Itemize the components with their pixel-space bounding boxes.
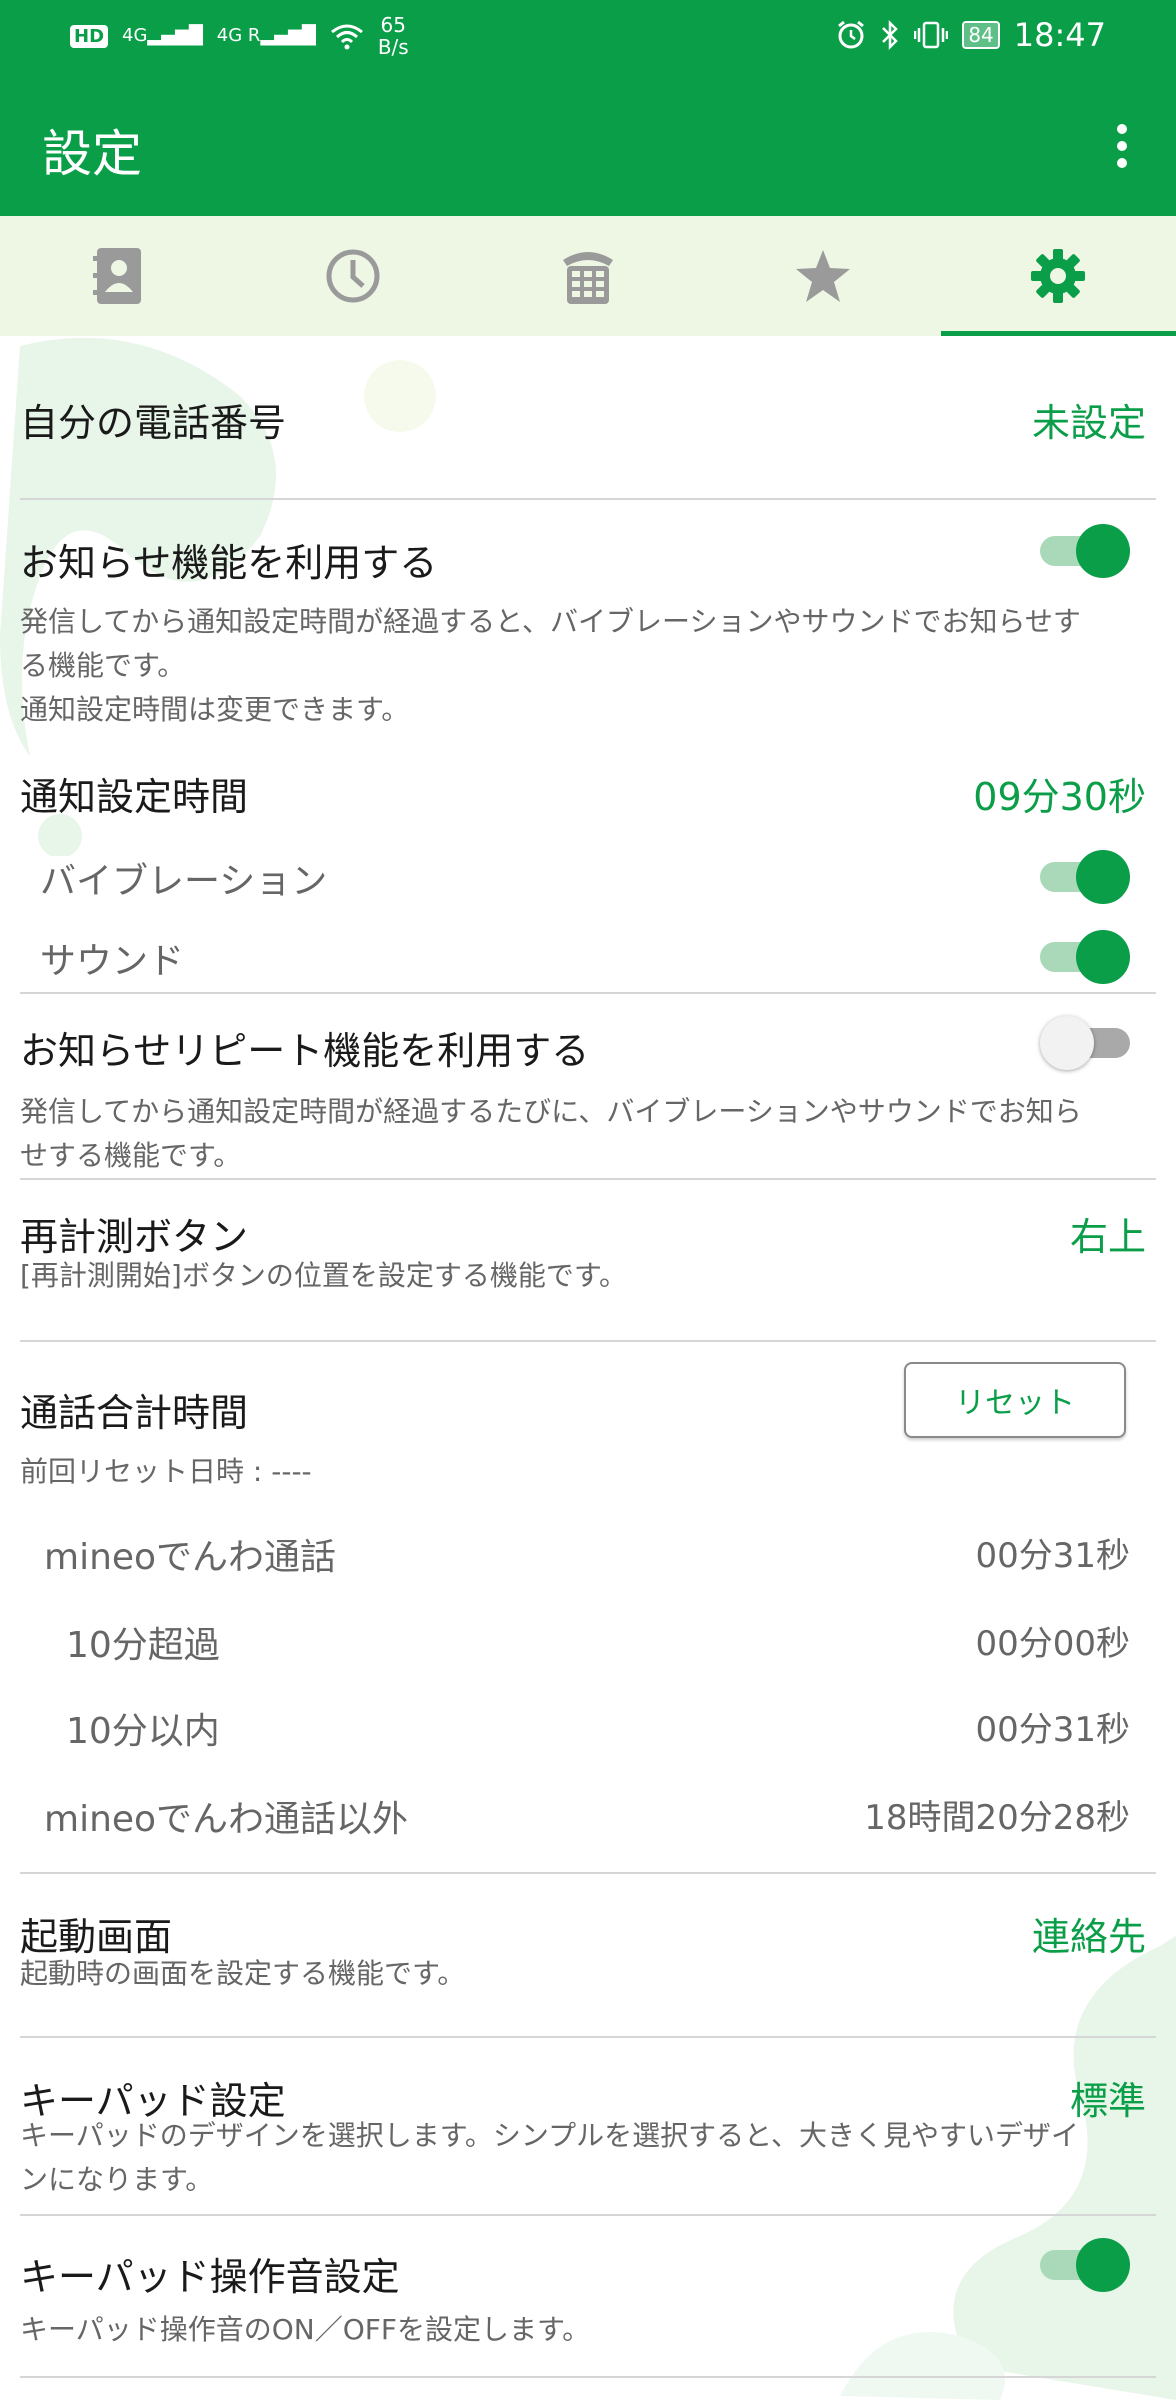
- page-title: 設定: [42, 125, 142, 183]
- setting-value: 標準: [1069, 2079, 1146, 2123]
- setting-label: 通話合計時間: [20, 1391, 249, 1435]
- contacts-icon: [92, 248, 141, 304]
- tab-favorites[interactable]: [706, 216, 941, 336]
- bluetooth-icon: [882, 20, 899, 50]
- signal-icon: 4G R▂▄▆█: [216, 25, 316, 46]
- setting-notify-time[interactable]: 通知設定時間 09分30秒: [20, 746, 1156, 826]
- setting-remeasure[interactable]: 再計測ボタン 右上 [再計測開始]ボタンの位置を設定する機能です。: [20, 1180, 1156, 1340]
- clock-icon: [326, 249, 380, 303]
- setting-total-time: 通話合計時間 リセット 前回リセット日時 : ---- mineoでんわ通話 0…: [20, 1342, 1156, 1702]
- total-within10-value: 00分31秒: [975, 1710, 1130, 1750]
- setting-vibration[interactable]: バイブレーション: [20, 836, 1156, 916]
- settings-list: 自分の電話番号 未設定 お知らせ機能を利用する 発信してから通知設定時間が経過す…: [0, 336, 1176, 2400]
- total-over10-value: 00分00秒: [975, 1624, 1130, 1664]
- dialpad-icon: [563, 252, 613, 304]
- setting-value: 09分30秒: [973, 775, 1146, 819]
- tab-dialpad[interactable]: [470, 216, 705, 336]
- app-bar: 設定: [0, 72, 1176, 216]
- setting-description: [再計測開始]ボタンの位置を設定する機能です。: [20, 1259, 628, 1292]
- setting-label: 通知設定時間: [20, 775, 249, 819]
- tab-contacts[interactable]: [0, 216, 235, 336]
- total-other-value: 18時間20分28秒: [864, 1798, 1130, 1838]
- total-mineo-call-label: mineoでんわ通話: [44, 1537, 337, 1578]
- setting-label: お知らせ機能を利用する: [20, 541, 438, 585]
- star-icon: [796, 250, 851, 302]
- setting-description: キーパッドのデザインを選択します。シンプルを選択すると、大きく見やすいデザイ ン…: [20, 2119, 1079, 2196]
- setting-label: お知らせリピート機能を利用する: [20, 1029, 590, 1073]
- setting-value: 右上: [1069, 1215, 1146, 1259]
- net-speed: 65 B/s: [377, 13, 409, 59]
- more-vert-icon[interactable]: [1102, 116, 1142, 176]
- tab-bar: [0, 216, 1176, 336]
- setting-label: キーパッド操作音設定: [20, 2255, 400, 2299]
- setting-label: 自分の電話番号: [20, 401, 287, 445]
- setting-total-time-cont: 10分以内 00分31秒 mineoでんわ通話以外 18時間20分28秒: [20, 1702, 1156, 1882]
- total-within10-label: 10分以内: [66, 1711, 220, 1752]
- last-reset-text: 前回リセット日時 : ----: [20, 1455, 312, 1488]
- setting-label: 再計測ボタン: [20, 1215, 249, 1259]
- setting-label: バイブレーション: [40, 861, 328, 902]
- setting-keypad[interactable]: キーパッド設定 標準 キーパッドのデザインを選択します。シンプルを選択すると、大…: [20, 2038, 1156, 2218]
- divider: [20, 2376, 1156, 2378]
- setting-value: 未設定: [1031, 401, 1146, 445]
- total-mineo-call-value: 00分31秒: [975, 1536, 1130, 1576]
- setting-description: 発信してから通知設定時間が経過すると、バイブレーションやサウンドでお知らせす る…: [20, 605, 1081, 726]
- vibration-toggle[interactable]: [1040, 848, 1130, 904]
- signal-icon: 4G▂▄▆█: [122, 25, 203, 46]
- setting-description: 発信してから通知設定時間が経過するたびに、バイブレーションやサウンドでお知ら せ…: [20, 1095, 1082, 1172]
- vibrate-icon: [914, 21, 949, 49]
- setting-repeat[interactable]: お知らせリピート機能を利用する 発信してから通知設定時間が経過するたびに、バイブ…: [20, 994, 1156, 1194]
- total-other-label: mineoでんわ通話以外: [44, 1799, 409, 1840]
- tab-history[interactable]: [235, 216, 470, 336]
- setting-label: サウンド: [40, 941, 185, 982]
- tab-settings[interactable]: [940, 216, 1176, 336]
- hd-indicator: HD: [70, 24, 109, 48]
- wifi-icon: [330, 24, 363, 50]
- repeat-toggle[interactable]: [1040, 1014, 1130, 1070]
- setting-my-number[interactable]: 自分の電話番号 未設定: [20, 336, 1156, 500]
- status-bar: HD 4G▂▄▆█ 4G R▂▄▆█ 65 B/s 84 18:47: [0, 0, 1176, 72]
- setting-keypad-sound[interactable]: キーパッド操作音設定 キーパッド操作音のON／OFFを設定します。: [20, 2216, 1156, 2376]
- setting-startup[interactable]: 起動画面 連絡先 起動時の画面を設定する機能です。: [20, 1874, 1156, 2034]
- alarm-icon: [838, 20, 865, 49]
- settings-icon: [1031, 249, 1086, 303]
- setting-description: キーパッド操作音のON／OFFを設定します。: [20, 2313, 591, 2346]
- total-over10-label: 10分超過: [66, 1625, 220, 1666]
- setting-notify[interactable]: お知らせ機能を利用する 発信してから通知設定時間が経過すると、バイブレーションや…: [20, 500, 1156, 770]
- keypad-sound-toggle[interactable]: [1040, 2236, 1130, 2292]
- clock-time: 18:47: [1013, 16, 1106, 54]
- reset-button[interactable]: リセット: [904, 1362, 1126, 1438]
- battery-icon: 84: [962, 21, 1000, 49]
- setting-value: 連絡先: [1031, 1915, 1146, 1959]
- sound-toggle[interactable]: [1040, 928, 1130, 984]
- setting-description: 起動時の画面を設定する機能です。: [20, 1957, 466, 1990]
- setting-sound[interactable]: サウンド: [20, 916, 1156, 996]
- notify-toggle[interactable]: [1040, 522, 1130, 578]
